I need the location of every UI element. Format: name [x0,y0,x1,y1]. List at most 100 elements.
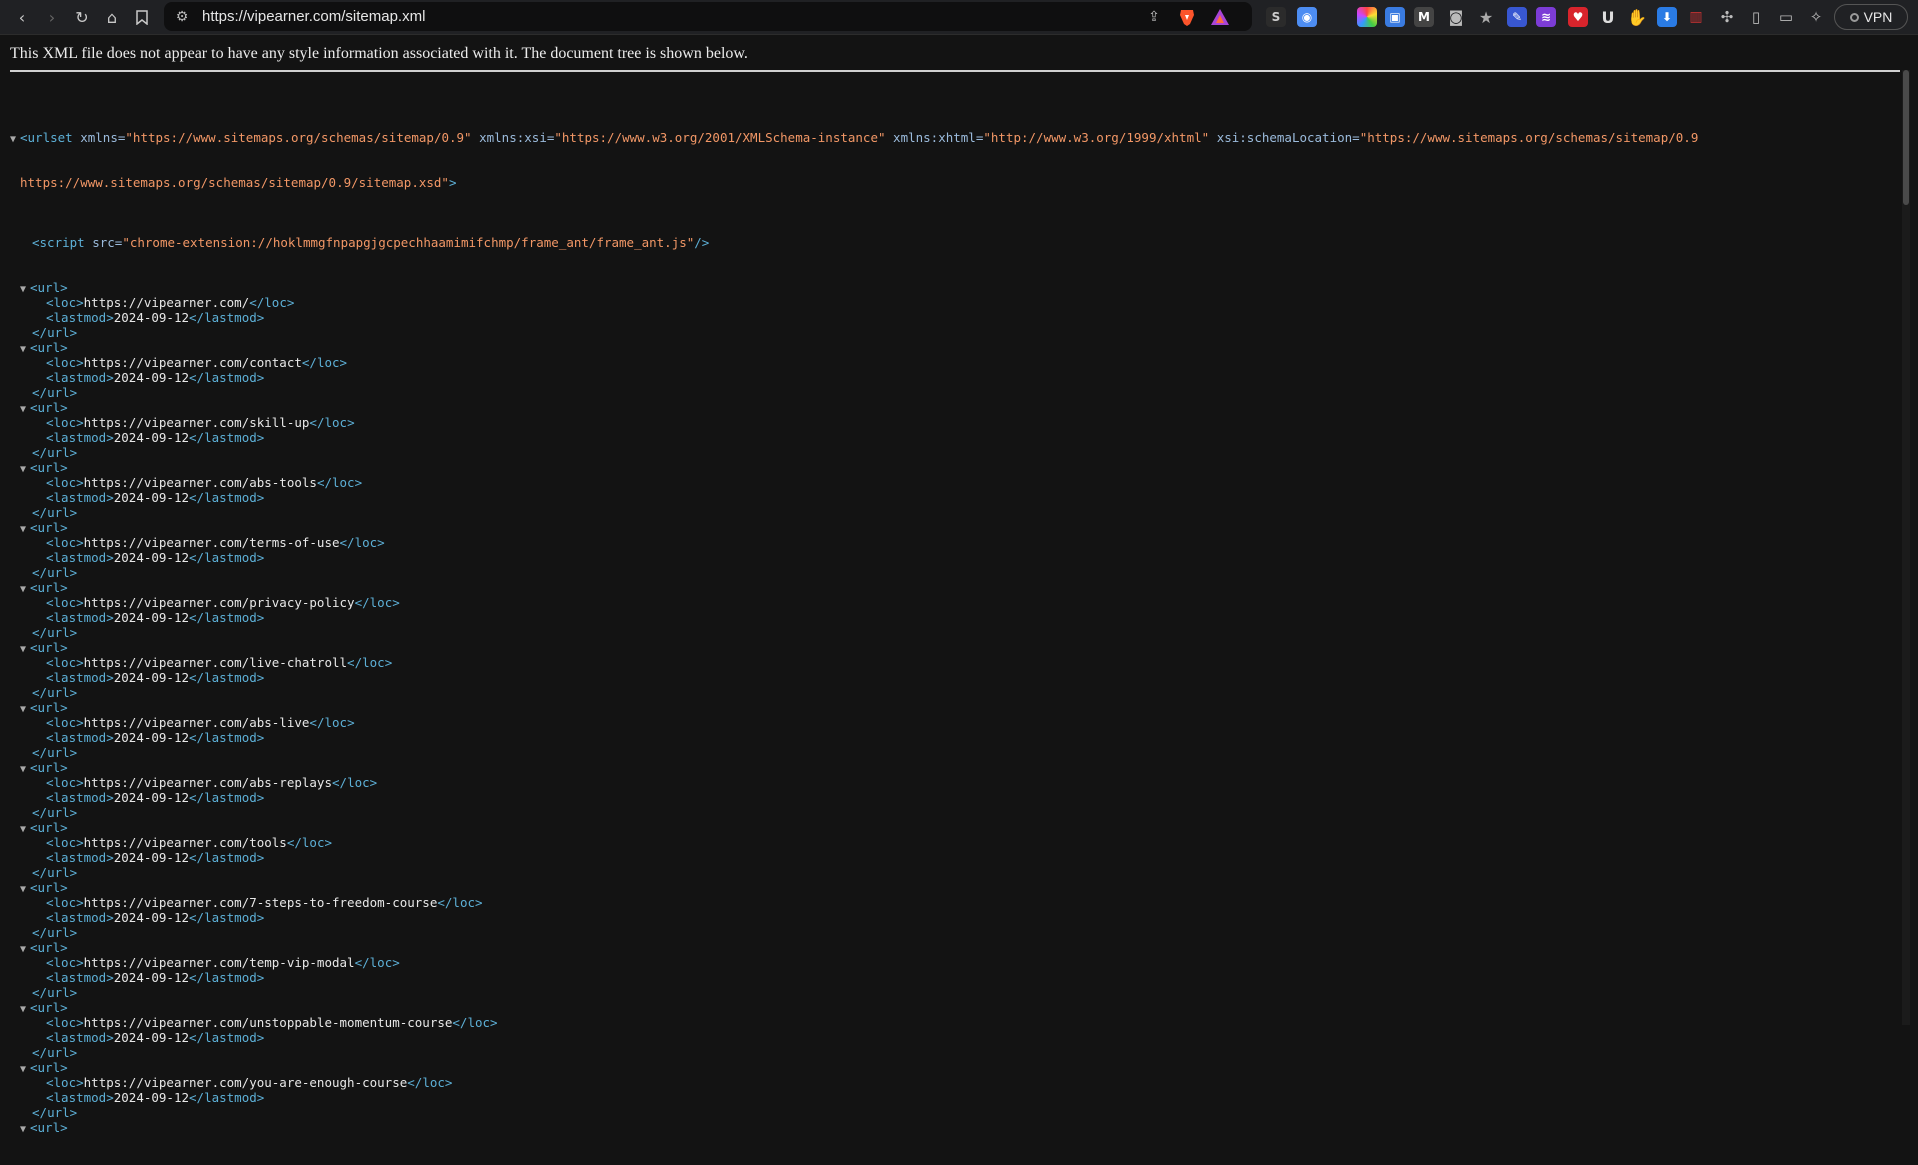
sidebar-icon[interactable]: ▯ [1746,7,1766,27]
collapse-toggle-icon[interactable]: ▼ [20,462,30,477]
xml-loc-value: https://vipearner.com/abs-live [83,715,310,730]
extension-pen-icon[interactable]: ✎ [1507,7,1527,27]
xml-lastmod-value: 2024-09-12 [113,550,190,565]
xml-url-close: </url> [32,925,78,940]
xml-url-close: </url> [32,565,78,580]
star-icon[interactable]: ★ [1476,7,1496,27]
xml-lastmod-element: <lastmod>2024-09-12</lastmod> [46,1090,265,1105]
collapse-toggle-icon[interactable]: ▼ [20,822,30,837]
notice-divider [10,70,1900,72]
xml-url-entry: ▼ <url> <loc>https://vipearner.com/tools</… [10,820,1900,880]
collapse-toggle-icon[interactable]: ▼ [20,342,30,357]
extension-heart-icon[interactable]: ♥ [1568,7,1588,27]
xml-url-entry: ▼ <url> <loc>https://vipearner.com/abs-liv… [10,700,1900,760]
xml-lastmod-element: <lastmod>2024-09-12</lastmod> [46,310,265,325]
xml-lastmod-element: <lastmod>2024-09-12</lastmod> [46,670,265,685]
collapse-toggle-icon[interactable]: ▼ [20,1122,30,1137]
xml-url-close: </url> [32,1045,78,1060]
xml-loc-value: https://vipearner.com/abs-tools [83,475,317,490]
xml-loc-element: <loc>https://vipearner.com/live-chatroll… [46,655,393,670]
extension-u-icon[interactable]: U [1598,7,1618,27]
xml-loc-element: <loc>https://vipearner.com/abs-tools</lo… [46,475,363,490]
extension-hand-icon[interactable]: ✋ [1627,7,1647,27]
xml-url-entry: ▼ <url> <loc>https://vipearner.com/privacy… [10,580,1900,640]
collapse-toggle-icon[interactable]: ▼ [20,942,30,957]
xml-lastmod-element: <lastmod>2024-09-12</lastmod> [46,1030,265,1045]
xml-loc-value: https://vipearner.com/temp-vip-modal [83,955,355,970]
leo-ai-icon[interactable]: ✧ [1806,7,1826,27]
collapse-toggle-icon[interactable]: ▼ [20,882,30,897]
xml-url-close: </url> [32,745,78,760]
extensions-puzzle-icon[interactable]: ✣ [1717,7,1737,27]
bookmark-icon[interactable] [130,5,154,29]
page-scrollbar[interactable] [1902,70,1910,1025]
xml-loc-element: <loc>https://vipearner.com/abs-live</loc… [46,715,355,730]
xml-url-entry: ▼ <url> <loc>https://vipearner.com/terms-o… [10,520,1900,580]
xml-url-open: ▼ <url> [20,520,68,537]
collapse-toggle-icon[interactable]: ▼ [20,402,30,417]
camera-icon[interactable]: ◙ [1446,7,1466,27]
collapse-toggle-icon[interactable]: ▼ [20,1062,30,1077]
xml-lastmod-value: 2024-09-12 [113,1090,190,1105]
extension-screenshot-icon[interactable]: ▣ [1385,7,1405,27]
collapse-toggle-icon[interactable]: ▼ [20,642,30,657]
extension-m-icon[interactable]: M [1414,7,1434,27]
download-icon[interactable]: ⬇ [1657,7,1677,27]
browser-toolbar: ‹ › ↻ ⌂ ⚙ https://vipearner.com/sitemap.… [0,0,1918,35]
xml-url-entry: ▼ <url> <loc>https://vipearner.com/abs-rep… [10,760,1900,820]
scrollbar-thumb[interactable] [1903,70,1909,205]
xml-lastmod-value: 2024-09-12 [113,790,190,805]
xml-url-entry: ▼ <url> <loc>https://vipearner.com/unstopp… [10,1000,1900,1060]
xml-url-entry: ▼ <url> <loc>https://vipearner.com/you-are… [10,1060,1900,1120]
brave-shields-icon[interactable] [1177,7,1197,27]
xml-lastmod-value: 2024-09-12 [113,370,190,385]
xml-url-open: ▼ <url> [20,340,68,357]
wallet-icon[interactable]: ▭ [1776,7,1796,27]
share-icon[interactable]: ⇪ [1144,7,1164,27]
xml-url-open: ▼ <url> [20,820,68,837]
xml-loc-value: https://vipearner.com/you-are-enough-cou… [83,1075,408,1090]
home-icon[interactable]: ⌂ [100,5,124,29]
xml-lastmod-value: 2024-09-12 [113,310,190,325]
xml-attr-name: xsi:schemaLocation [1216,130,1353,145]
extension-bars-icon[interactable]: ▥ [1686,7,1706,27]
xml-url-entry: ▼ <url> <loc>https://vipearner.com/skill-u… [10,400,1900,460]
collapse-toggle-icon[interactable]: ▼ [10,132,20,147]
xml-url-entry: ▼ <url> <loc>https://vipearner.com/abs-too… [10,460,1900,520]
vpn-button[interactable]: VPN [1834,4,1908,30]
address-bar[interactable]: ⚙ https://vipearner.com/sitemap.xml ⇪ [164,2,1252,31]
extension-audio-icon[interactable]: ≋ [1536,7,1556,27]
site-info-icon[interactable]: ⚙ [172,7,192,27]
forward-icon[interactable]: › [40,5,64,29]
xml-loc-value: https://vipearner.com/abs-replays [83,775,332,790]
xml-loc-element: <loc>https://vipearner.com/7-steps-to-fr… [46,895,483,910]
xml-url-close: </url> [32,685,78,700]
xml-attr-value: "https://www.w3.org/2001/XMLSchema-insta… [554,130,886,145]
xml-url-entry: ▼ <url> <loc>https://vipearner.com/</loc> <… [10,280,1900,340]
xml-lastmod-element: <lastmod>2024-09-12</lastmod> [46,490,265,505]
extension-colorpicker-icon[interactable] [1357,7,1377,27]
xml-url-open: ▼ <url> [20,400,68,417]
collapse-toggle-icon[interactable]: ▼ [20,522,30,537]
xml-loc-value: https://vipearner.com/live-chatroll [83,655,348,670]
back-icon[interactable]: ‹ [10,5,34,29]
xml-loc-element: <loc>https://vipearner.com/terms-of-use<… [46,535,385,550]
xml-style-notice: This XML file does not appear to have an… [10,45,748,62]
xml-url-close: </url> [32,1105,78,1120]
vpn-status-icon [1849,12,1859,22]
url-text[interactable]: https://vipearner.com/sitemap.xml [202,8,425,25]
collapse-toggle-icon[interactable]: ▼ [20,702,30,717]
extension-lens-icon[interactable]: ◉ [1297,7,1317,27]
xml-attr-value: "http://www.w3.org/1999/xhtml" [983,130,1210,145]
xml-url-open: ▼ <url> [20,940,68,957]
brave-rewards-icon[interactable] [1210,7,1230,27]
xml-loc-element: <loc>https://vipearner.com/unstoppable-m… [46,1015,498,1030]
collapse-toggle-icon[interactable]: ▼ [20,282,30,297]
xml-lastmod-value: 2024-09-12 [113,970,190,985]
reload-icon[interactable]: ↻ [70,5,94,29]
collapse-toggle-icon[interactable]: ▼ [20,582,30,597]
xml-loc-element: <loc>https://vipearner.com/</loc> [46,295,295,310]
collapse-toggle-icon[interactable]: ▼ [20,762,30,777]
collapse-toggle-icon[interactable]: ▼ [20,1002,30,1017]
extension-leo-icon[interactable]: S [1266,7,1286,27]
